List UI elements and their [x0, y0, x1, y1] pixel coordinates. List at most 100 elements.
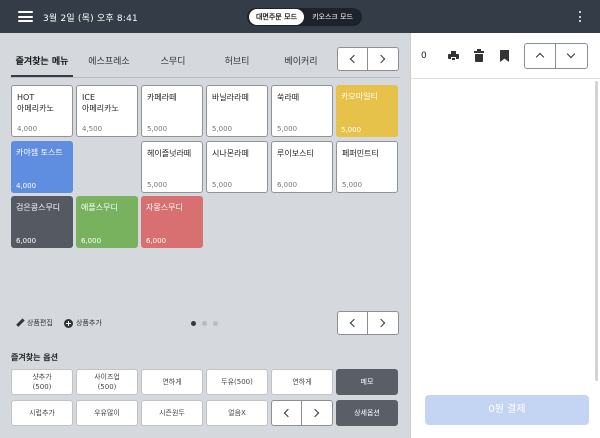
option-soy-milk[interactable]: 두유(500) — [206, 369, 268, 395]
bookmark-icon[interactable] — [500, 50, 509, 62]
page-dot-1[interactable] — [191, 321, 196, 326]
edit-products-button[interactable]: 상품편집 — [16, 318, 53, 328]
menu-tile-hazelnut-latte[interactable]: 헤이즐넛라떼 5,000 — [141, 141, 203, 193]
order-panel-divider — [411, 78, 600, 79]
chevron-down-icon — [566, 49, 576, 59]
detail-options-button[interactable]: 상세옵션 — [336, 400, 398, 426]
option-no-ice[interactable]: 얼음X — [206, 400, 268, 426]
menu-tile-ice-americano[interactable]: ICE 아메리카노 4,500 — [76, 85, 138, 137]
page-dot-2[interactable] — [202, 321, 207, 326]
pencil-icon — [16, 319, 24, 327]
page-dot-3[interactable] — [213, 321, 218, 326]
menu-item-price: 6,000 — [146, 237, 167, 245]
chevron-up-icon — [535, 52, 545, 62]
menu-tile-hot-americano[interactable]: HOT 아메리카노 4,000 — [11, 85, 73, 137]
menu-item-name: 쑥라떼 — [277, 93, 300, 102]
scroll-down-button[interactable] — [556, 44, 587, 68]
option-label: 메모 — [360, 378, 374, 386]
menu-item-price: 5,000 — [147, 125, 168, 133]
menu-item-price: 5,000 — [277, 125, 298, 133]
menu-tile-vanilla-latte[interactable]: 바닐라라떼 5,000 — [206, 85, 268, 137]
options-title: 즐겨찾는 옵션 — [11, 353, 58, 362]
menu-tile-cinnamon-latte[interactable]: 시나몬라떼 5,000 — [206, 141, 268, 193]
option-season-beans[interactable]: 시즌원두 — [141, 400, 203, 426]
menu-tile-mugwort-latte[interactable]: 쑥라떼 5,000 — [271, 85, 333, 137]
menu-tile-rooibos-tea[interactable]: 루이보스티 6,000 — [271, 141, 333, 193]
datetime-display: 3월 2일 (목) 오후 8:41 — [43, 14, 138, 24]
face-to-face-mode-button[interactable]: 대면주문 모드 — [249, 9, 304, 25]
option-label: 얼음X — [228, 409, 246, 417]
menu-pager — [337, 311, 399, 335]
menu-tile-chamomile-tea[interactable]: 카모마일티 5,000 — [336, 85, 398, 137]
menu-item-price: 5,000 — [212, 181, 233, 189]
option-shot-add[interactable]: 샷추가 (500) — [11, 369, 73, 395]
option-label: 상세옵션 — [354, 409, 380, 417]
edit-products-label: 상품편집 — [27, 319, 53, 327]
menu-item-price: 5,000 — [341, 126, 362, 134]
options-next-button[interactable] — [302, 401, 332, 425]
menu-item-name: 페퍼민트티 — [342, 149, 379, 158]
option-label: 우유많이 — [94, 409, 120, 417]
menu-tile-peppermint-tea[interactable]: 페퍼민트티 5,000 — [336, 141, 398, 193]
option-price: (500) — [32, 383, 52, 391]
option-label: 시럽추가 — [29, 409, 55, 417]
order-scrollbar[interactable] — [595, 81, 598, 381]
menu-next-button[interactable] — [368, 312, 398, 334]
menu-icon[interactable] — [18, 11, 33, 22]
menu-item-name: 검은콩스무디 — [16, 203, 61, 212]
pay-button[interactable]: 0원 결제 — [425, 395, 589, 425]
option-price: (500) — [97, 383, 117, 391]
tab-espresso[interactable]: 에스프레소 — [78, 55, 140, 69]
order-scroll-pager — [524, 43, 588, 69]
top-bar: 3월 2일 (목) 오후 8:41 대면주문 모드 키오스크 모드 — [0, 0, 600, 33]
chevron-left-icon — [283, 408, 293, 418]
add-product-button[interactable]: 상품추가 — [64, 318, 102, 328]
tab-favorites[interactable]: 즐겨찾는 메뉴 — [11, 55, 73, 69]
option-label: 샷추가 — [32, 373, 52, 381]
option-label: 연하게 — [292, 378, 312, 386]
menu-tile-kaya-toast[interactable]: 카야잼 토스트 4,000 — [11, 141, 73, 193]
mode-toggle[interactable]: 대면주문 모드 키오스크 모드 — [247, 8, 362, 26]
chevron-left-icon — [349, 54, 359, 64]
options-pager — [271, 400, 333, 426]
tab-pager — [337, 47, 399, 71]
menu-item-name: ICE 아메리카노 — [82, 93, 119, 113]
printer-icon[interactable] — [448, 51, 459, 61]
tab-next-button[interactable] — [368, 48, 398, 70]
menu-item-name: HOT 아메리카노 — [17, 93, 54, 113]
option-size-up[interactable]: 사이즈업 (500) — [76, 369, 138, 395]
menu-item-price: 5,000 — [212, 125, 233, 133]
menu-item-name: 카페라떼 — [147, 93, 177, 102]
menu-item-price: 4,500 — [82, 125, 103, 133]
option-more-milk[interactable]: 우유많이 — [76, 400, 138, 426]
order-panel: 0 0원 결제 — [410, 33, 600, 438]
option-weak[interactable]: 연하게 — [141, 369, 203, 395]
option-label: 시즌원두 — [159, 409, 185, 417]
menu-item-name: 시나몬라떼 — [212, 149, 249, 158]
tab-prev-button[interactable] — [338, 48, 368, 70]
chevron-right-icon — [376, 54, 386, 64]
menu-item-name: 애플스무디 — [81, 203, 118, 212]
memo-button[interactable]: 메모 — [336, 369, 398, 395]
menu-tile-apple-smoothie[interactable]: 애플스무디 6,000 — [76, 196, 138, 248]
menu-item-price: 5,000 — [147, 181, 168, 189]
option-syrup-add[interactable]: 시럽추가 — [11, 400, 73, 426]
trash-icon[interactable] — [474, 49, 484, 62]
options-prev-button[interactable] — [272, 401, 302, 425]
menu-tile-cafe-latte[interactable]: 카페라떼 5,000 — [141, 85, 203, 137]
menu-tile-grapefruit-smoothie[interactable]: 자몽스무디 6,000 — [141, 196, 203, 248]
menu-item-price: 5,000 — [342, 181, 363, 189]
menu-item-name: 자몽스무디 — [146, 203, 183, 212]
menu-prev-button[interactable] — [338, 312, 368, 334]
more-options-icon[interactable] — [579, 11, 582, 22]
tab-smoothie[interactable]: 스무디 — [142, 55, 204, 69]
menu-item-price: 4,000 — [17, 125, 38, 133]
plus-circle-icon — [64, 318, 73, 328]
menu-item-name: 카야잼 토스트 — [16, 148, 63, 157]
scroll-up-button[interactable] — [525, 44, 556, 68]
menu-tile-black-bean-smoothie[interactable]: 검은콩스무디 6,000 — [11, 196, 73, 248]
option-weak-2[interactable]: 연하게 — [271, 369, 333, 395]
tab-herb-tea[interactable]: 허브티 — [206, 55, 268, 69]
tab-bakery[interactable]: 베이커리 — [270, 55, 332, 69]
kiosk-mode-button[interactable]: 키오스크 모드 — [305, 9, 360, 25]
